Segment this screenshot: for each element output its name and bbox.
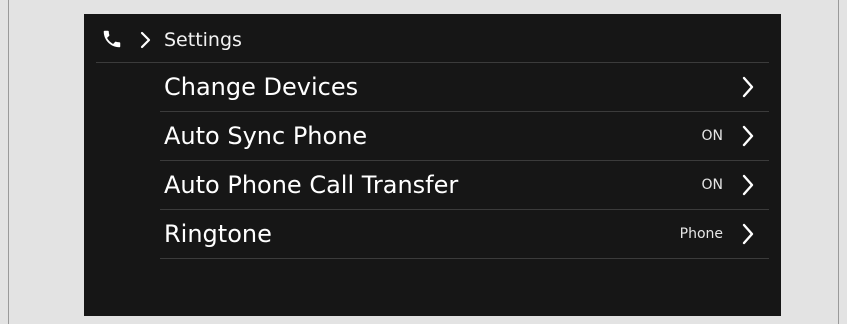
chevron-right-icon	[742, 174, 754, 196]
menu-item-value: ON	[701, 128, 724, 144]
menu-item-label: Auto Phone Call Transfer	[164, 171, 459, 199]
menu-item-auto-sync-phone[interactable]: Auto Sync Phone ON	[160, 112, 769, 161]
chevron-right-icon	[742, 125, 754, 147]
menu-item-value: ON	[701, 177, 724, 193]
menu-item-ringtone[interactable]: Ringtone Phone	[160, 210, 769, 259]
menu-item-label: Change Devices	[164, 73, 359, 101]
menu-item-change-devices[interactable]: Change Devices	[160, 63, 769, 112]
chevron-right-icon	[742, 223, 754, 245]
page-border-left	[8, 0, 9, 324]
page-title: Settings	[164, 29, 242, 51]
phone-settings-screen: Settings Change Devices Auto Sync Phone …	[84, 14, 781, 316]
menu-item-auto-phone-call-transfer[interactable]: Auto Phone Call Transfer ON	[160, 161, 769, 210]
menu-item-label: Ringtone	[164, 220, 272, 248]
chevron-right-icon	[140, 31, 151, 49]
breadcrumb: Settings	[84, 14, 781, 63]
menu-item-label: Auto Sync Phone	[164, 122, 368, 150]
menu-item-value: Phone	[679, 226, 723, 242]
page-border-right	[838, 0, 839, 324]
phone-icon[interactable]	[101, 28, 123, 50]
chevron-right-icon	[742, 76, 754, 98]
